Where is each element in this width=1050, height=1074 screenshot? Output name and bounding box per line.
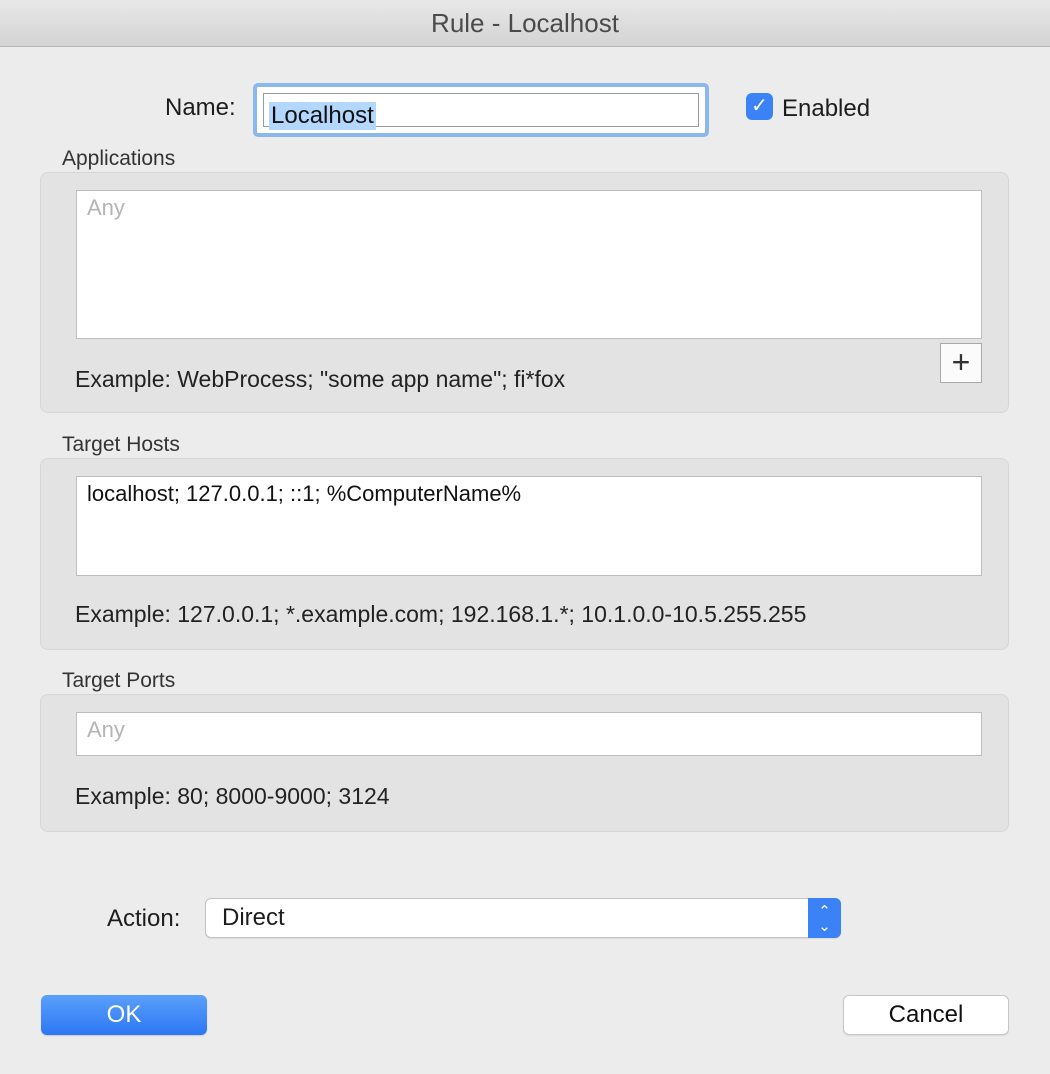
action-select-value: Direct bbox=[222, 904, 285, 931]
plus-icon: + bbox=[951, 344, 971, 380]
name-input[interactable]: Localhost bbox=[253, 83, 709, 137]
target-ports-placeholder: Any bbox=[87, 717, 125, 742]
target-hosts-example: Example: 127.0.0.1; *.example.com; 192.1… bbox=[75, 601, 807, 627]
name-input-inner: Localhost bbox=[263, 93, 699, 130]
action-select[interactable]: Direct ⌃ ⌄ bbox=[205, 898, 841, 938]
chevron-up-icon: ⌃ bbox=[818, 903, 831, 920]
target-ports-example: Example: 80; 8000-9000; 3124 bbox=[75, 783, 390, 809]
ok-button[interactable]: OK bbox=[41, 995, 207, 1035]
applications-example: Example: WebProcess; "some app name"; fi… bbox=[75, 366, 566, 392]
enabled-checkbox[interactable]: ✓ bbox=[746, 93, 773, 120]
select-stepper-icon: ⌃ ⌄ bbox=[808, 898, 841, 938]
applications-textarea[interactable]: Any bbox=[76, 190, 982, 339]
name-input-value: Localhost bbox=[269, 102, 376, 130]
checkmark-icon: ✓ bbox=[751, 95, 768, 117]
target-hosts-value: localhost; 127.0.0.1; ::1; %ComputerName… bbox=[87, 481, 522, 506]
target-ports-input[interactable]: Any bbox=[76, 712, 982, 756]
chevron-down-icon: ⌄ bbox=[818, 918, 831, 935]
applications-placeholder: Any bbox=[87, 195, 125, 220]
action-label: Action: bbox=[107, 905, 181, 932]
target-hosts-section-label: Target Hosts bbox=[62, 433, 180, 456]
target-hosts-textarea[interactable]: localhost; 127.0.0.1; ::1; %ComputerName… bbox=[76, 476, 982, 576]
add-application-button[interactable]: + bbox=[940, 343, 982, 383]
name-label: Name: bbox=[165, 94, 236, 121]
cancel-button[interactable]: Cancel bbox=[843, 995, 1009, 1035]
enabled-label[interactable]: Enabled bbox=[782, 95, 870, 123]
applications-section-label: Applications bbox=[62, 147, 176, 170]
target-ports-section-label: Target Ports bbox=[62, 669, 176, 692]
window-title: Rule - Localhost bbox=[0, 0, 1050, 47]
